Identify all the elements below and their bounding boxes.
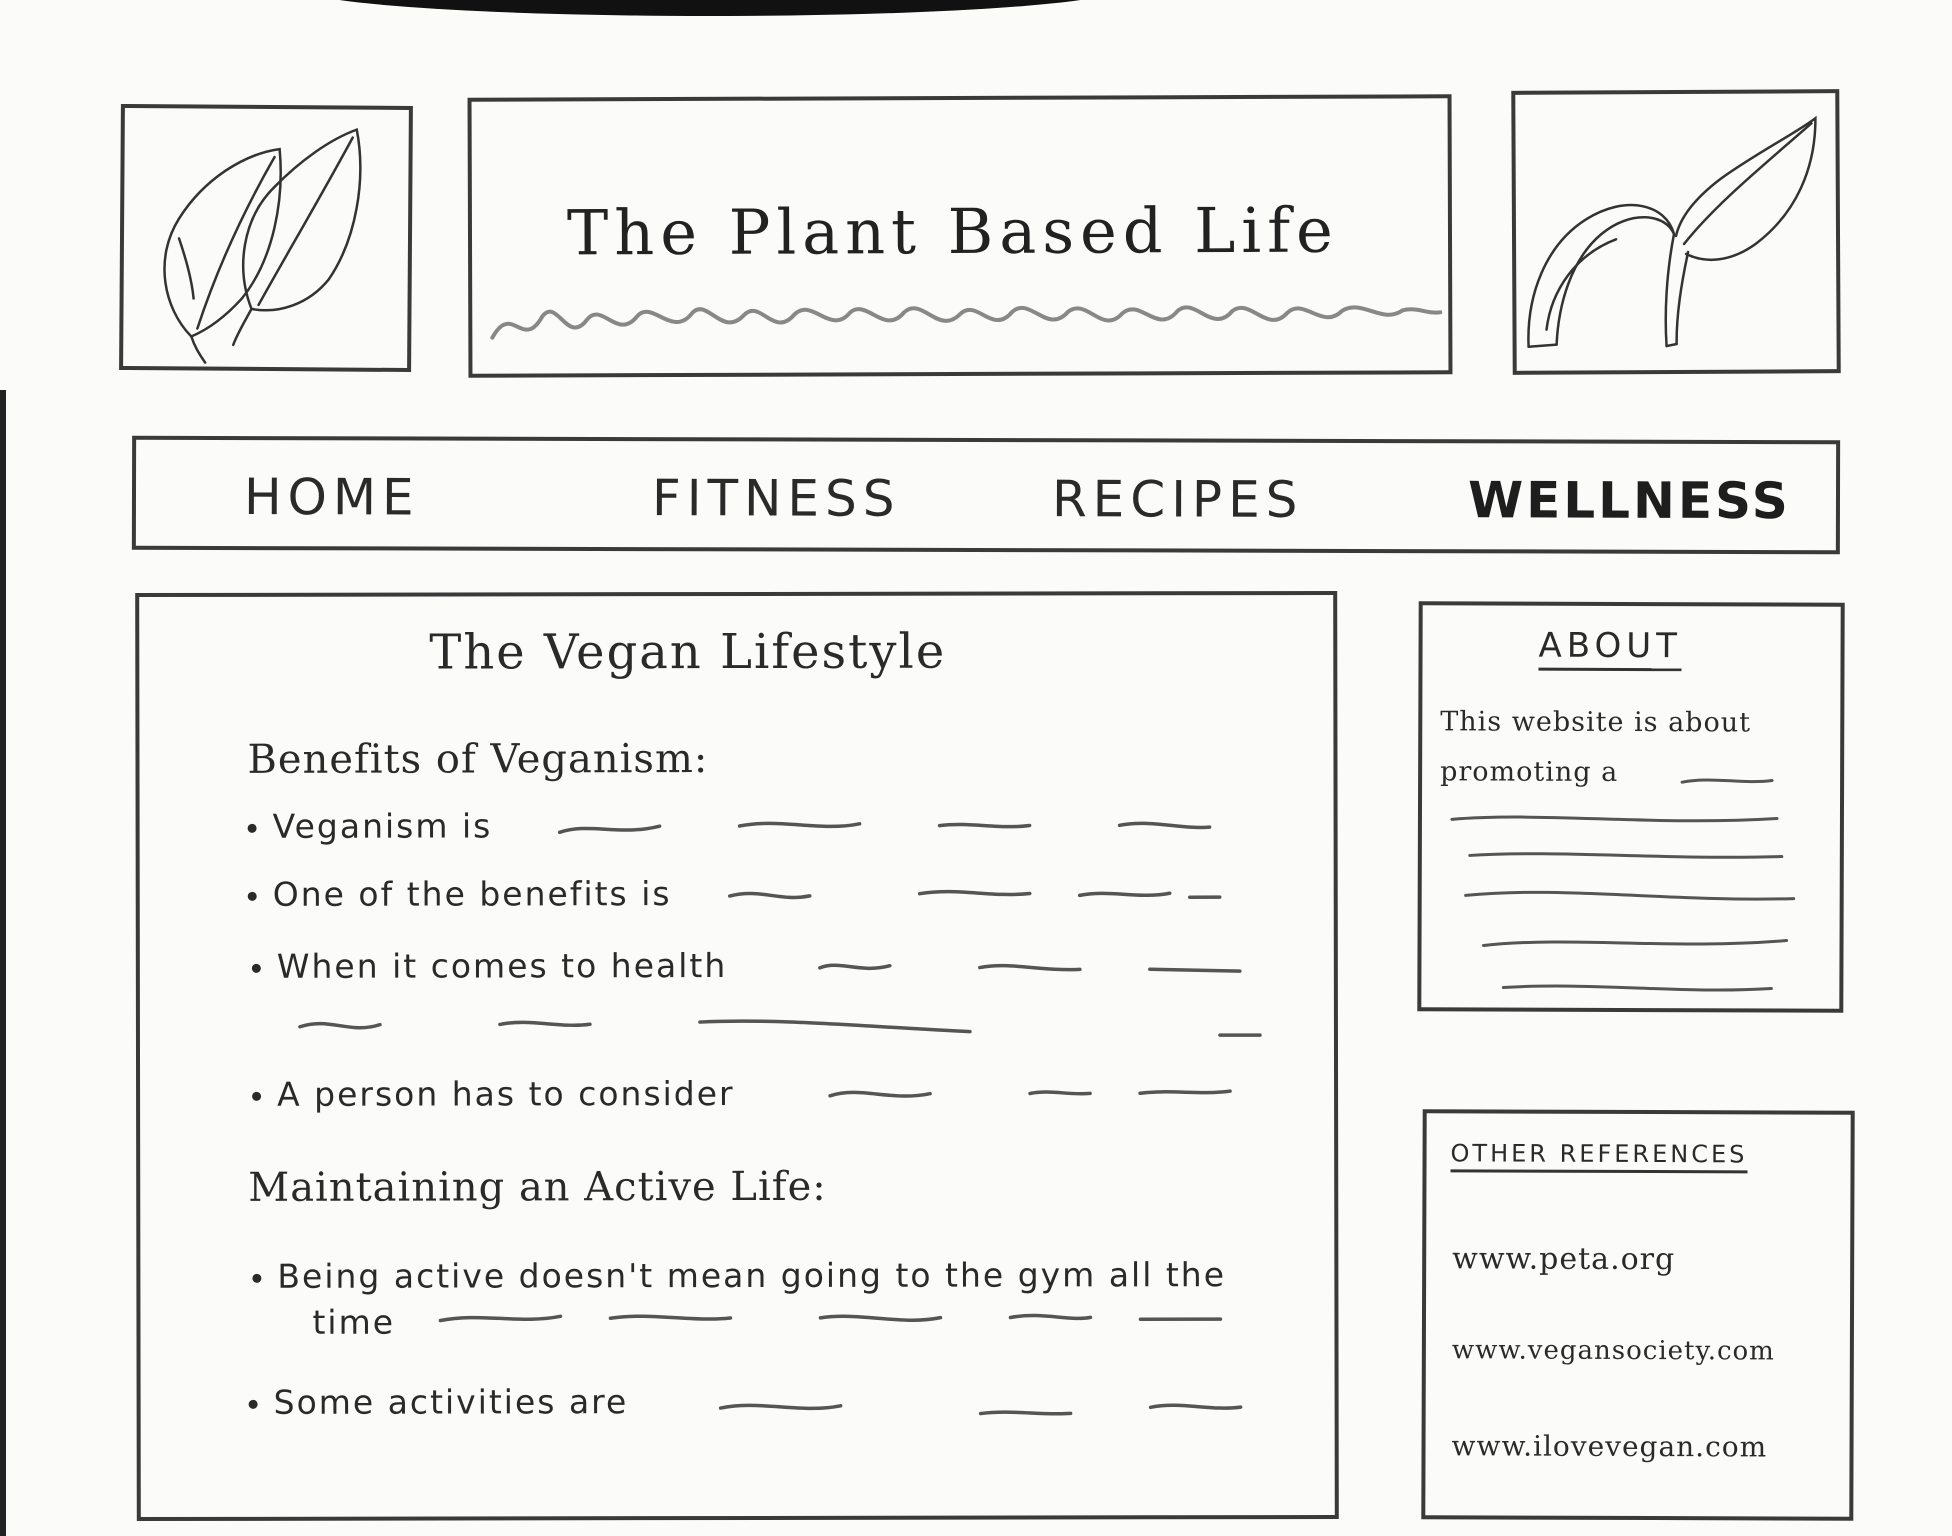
section-heading-benefits: Benefits of Veganism:: [247, 736, 709, 783]
placeholder-squiggles: [298, 821, 1262, 1416]
reference-link-ilovevegan[interactable]: www.ilovevegan.com: [1451, 1429, 1767, 1463]
list-item-text: One of the benefits is: [272, 874, 672, 914]
sprout-icon: [1527, 115, 1817, 349]
list-item: Being active doesn't mean going to the g…: [252, 1255, 1226, 1296]
bullet-icon: [247, 823, 257, 833]
reference-link-peta[interactable]: www.peta.org: [1452, 1241, 1675, 1277]
list-item-text: When it comes to health: [276, 946, 728, 986]
about-text: This website is about promoting a: [1440, 706, 1752, 788]
list-item: A person has to consider: [252, 1074, 735, 1114]
list-item: Veganism is: [247, 806, 493, 846]
banner-scribble: [490, 305, 1443, 340]
reference-link-vegansociety[interactable]: www.vegansociety.com: [1452, 1335, 1775, 1366]
page-title: The Vegan Lifestyle: [429, 623, 947, 681]
list-item: When it comes to health: [251, 946, 728, 986]
about-panel: ABOUT This website is about promoting a: [1417, 601, 1845, 1013]
list-item: Some activities are: [248, 1382, 629, 1422]
bullet-icon: [247, 891, 257, 901]
references-title: OTHER REFERENCES: [1450, 1139, 1748, 1174]
references-panel: OTHER REFERENCES www.peta.org www.vegans…: [1421, 1109, 1855, 1521]
nav-item-recipes[interactable]: RECIPES: [1052, 470, 1304, 529]
list-item-text: Being active doesn't mean going to the g…: [277, 1255, 1227, 1296]
main-nav: HOME FITNESS RECIPES WELLNESS: [131, 435, 1841, 555]
section-heading-active: Maintaining an Active Life:: [248, 1163, 827, 1211]
scan-shadow: [300, 0, 1120, 16]
two-leaves-icon: [163, 127, 362, 364]
bullet-icon: [252, 1091, 262, 1101]
scan-edge: [0, 390, 6, 1536]
nav-item-home[interactable]: HOME: [244, 468, 420, 526]
list-item-text: Some activities are: [273, 1382, 629, 1422]
about-title: ABOUT: [1538, 625, 1683, 672]
nav-item-fitness[interactable]: FITNESS: [652, 469, 901, 528]
list-item-text: A person has to consider: [277, 1074, 735, 1114]
logo-left[interactable]: [119, 103, 413, 373]
main-content: The Vegan Lifestyle Benefits of Veganism…: [135, 590, 1339, 1522]
list-item: One of the benefits is: [247, 874, 672, 914]
list-item-continuation: time: [312, 1302, 396, 1342]
bullet-icon: [248, 1399, 258, 1409]
wireframe-page: The Plant Based Life HOME FITNESS RECIPE…: [0, 0, 1952, 1536]
logo-right[interactable]: [1511, 89, 1841, 375]
bullet-icon: [252, 1273, 262, 1283]
site-banner[interactable]: The Plant Based Life: [467, 94, 1453, 378]
list-item-text: Veganism is: [272, 806, 493, 846]
bullet-icon: [251, 963, 261, 973]
nav-item-wellness[interactable]: WELLNESS: [1468, 471, 1791, 530]
